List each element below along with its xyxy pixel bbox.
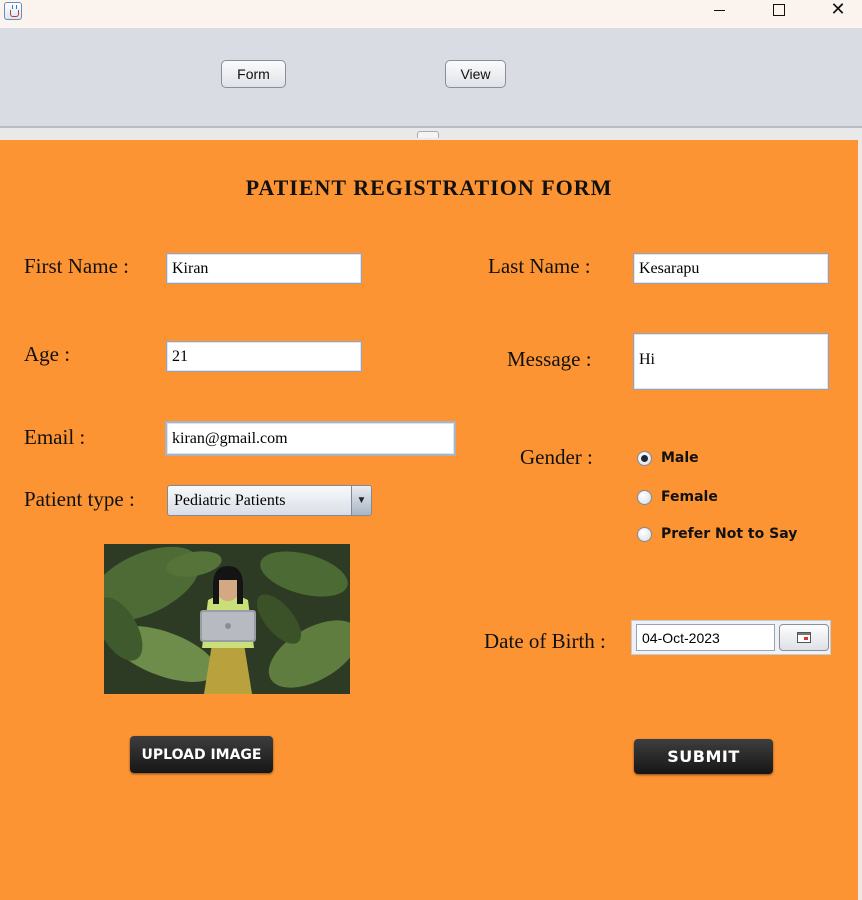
message-field[interactable]: Hi: [633, 333, 829, 390]
radio-button-selected[interactable]: [637, 451, 652, 466]
gender-option-label: Male: [661, 450, 699, 466]
page-title: PATIENT REGISTRATION FORM: [245, 175, 613, 200]
java-app-icon: [4, 2, 22, 20]
close-button[interactable]: ✕: [815, 0, 861, 23]
maximize-icon: [773, 4, 785, 16]
first-name-label: First Name :: [24, 254, 129, 278]
upload-image-button[interactable]: UPLOAD IMAGE: [130, 736, 273, 773]
radio-button[interactable]: [637, 490, 652, 505]
dob-field[interactable]: [636, 624, 775, 651]
maximize-button[interactable]: [756, 0, 802, 28]
window-edge: [858, 140, 862, 900]
email-field[interactable]: [165, 421, 456, 456]
last-name-label: Last Name :: [488, 254, 591, 278]
date-picker: [631, 620, 831, 655]
message-label: Message :: [507, 347, 592, 371]
age-field[interactable]: [166, 341, 362, 372]
last-name-field[interactable]: [633, 253, 829, 284]
toolbar: Form View: [0, 28, 862, 127]
patient-photo-image: [104, 544, 350, 694]
patient-photo: [104, 544, 350, 694]
divider-handle[interactable]: [417, 131, 439, 138]
gender-option-label: Prefer Not to Say: [661, 526, 798, 542]
dob-label: Date of Birth :: [484, 629, 606, 653]
patient-type-value: Pediatric Patients: [174, 492, 286, 509]
patient-type-select[interactable]: Pediatric Patients ▼: [167, 485, 372, 516]
split-pane-divider[interactable]: [0, 126, 862, 140]
chevron-down-icon[interactable]: ▼: [351, 486, 371, 515]
close-icon: ✕: [830, 0, 846, 20]
radio-button[interactable]: [637, 527, 652, 542]
minimize-icon: [713, 9, 725, 11]
title-bar: ✕: [0, 0, 862, 28]
gender-radio-prefer-not[interactable]: Prefer Not to Say: [637, 525, 797, 547]
form-button[interactable]: Form: [221, 60, 286, 88]
calendar-icon: [797, 632, 811, 643]
calendar-button[interactable]: [779, 624, 829, 651]
submit-button[interactable]: SUBMIT: [634, 739, 773, 774]
patient-type-label: Patient type :: [24, 487, 135, 511]
minimize-button[interactable]: [696, 0, 742, 28]
gender-label: Gender :: [520, 445, 593, 469]
view-button[interactable]: View: [445, 60, 506, 88]
age-label: Age :: [24, 342, 71, 366]
gender-radio-female[interactable]: Female: [637, 488, 797, 510]
email-label: Email :: [24, 425, 86, 449]
gender-radio-male[interactable]: Male: [637, 449, 797, 471]
first-name-field[interactable]: [166, 253, 362, 284]
registration-panel: PATIENT REGISTRATION FORM First Name : L…: [0, 140, 858, 900]
gender-option-label: Female: [661, 489, 718, 505]
